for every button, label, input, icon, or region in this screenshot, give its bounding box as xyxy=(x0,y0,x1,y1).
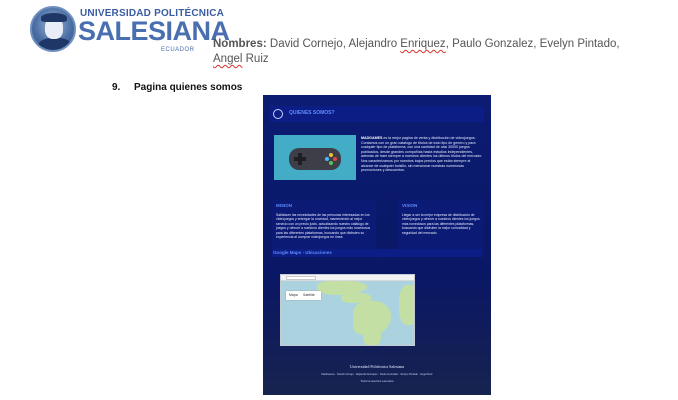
authors-text-b: , Paulo Gonzalez, Evelyn Pintado, xyxy=(445,38,620,50)
vision-title: VISION xyxy=(402,203,418,208)
authors-label: Nombres: xyxy=(213,38,267,50)
section-heading: 9. Pagina quienes somos xyxy=(112,82,242,93)
university-logo: UNIVERSIDAD POLITÉCNICA SALESIANA ECUADO… xyxy=(30,6,230,58)
logo-seal-icon xyxy=(30,6,76,52)
hero-title: QUIENES SOMOS? xyxy=(289,110,335,116)
mission-body: Satisfacer las necesidades de las person… xyxy=(276,213,371,240)
section-title: Pagina quienes somos xyxy=(134,82,243,93)
map-type-satellite[interactable]: Satélite xyxy=(303,293,315,297)
authors-text-c: Ruiz xyxy=(242,53,269,65)
footer-title: Universidad Politécnica Salesiana xyxy=(349,364,405,369)
authors-line: Nombres: David Cornejo, Alejandro Enriqu… xyxy=(213,37,633,67)
footer-credits: MadGames · David Cornejo · Alejandro Enr… xyxy=(321,373,433,376)
gamepad-image xyxy=(274,135,356,180)
section-number: 9. xyxy=(112,82,121,93)
about-paragraph: MADGAMES es la mejor pagina de venta y d… xyxy=(361,136,483,173)
vision-body: Llegar a ser la mejor empresa de distrib… xyxy=(402,213,480,235)
map-search-box[interactable] xyxy=(286,276,316,280)
maps-title: Google Maps - Ubicaciones xyxy=(273,250,332,255)
map-type-map[interactable]: Mapa xyxy=(289,293,298,297)
circle-icon xyxy=(273,109,283,119)
mission-title: MISION xyxy=(276,203,293,208)
logo-main-text: SALESIANA xyxy=(78,16,230,46)
spellcheck-word-2[interactable]: Angel xyxy=(213,53,242,65)
about-body: es la mejor pagina de venta y distribuci… xyxy=(361,136,483,173)
authors-text-a: David Cornejo, Alejandro xyxy=(266,38,401,50)
map-type-control[interactable]: Mapa Satélite xyxy=(286,291,321,300)
website-screenshot: QUIENES SOMOS? MADGAMES es la mejor pagi… xyxy=(263,95,491,395)
spellcheck-word-1[interactable]: Enriquez xyxy=(400,38,445,50)
hero-banner: QUIENES SOMOS? xyxy=(270,106,484,122)
logo-sub-text: ECUADOR xyxy=(161,47,195,53)
gamepad-icon xyxy=(289,148,341,170)
about-brand: MADGAMES xyxy=(361,136,383,140)
google-map-embed[interactable]: Mapa Satélite xyxy=(280,274,415,346)
footer-rights: Todos los derechos reservados xyxy=(360,380,394,383)
